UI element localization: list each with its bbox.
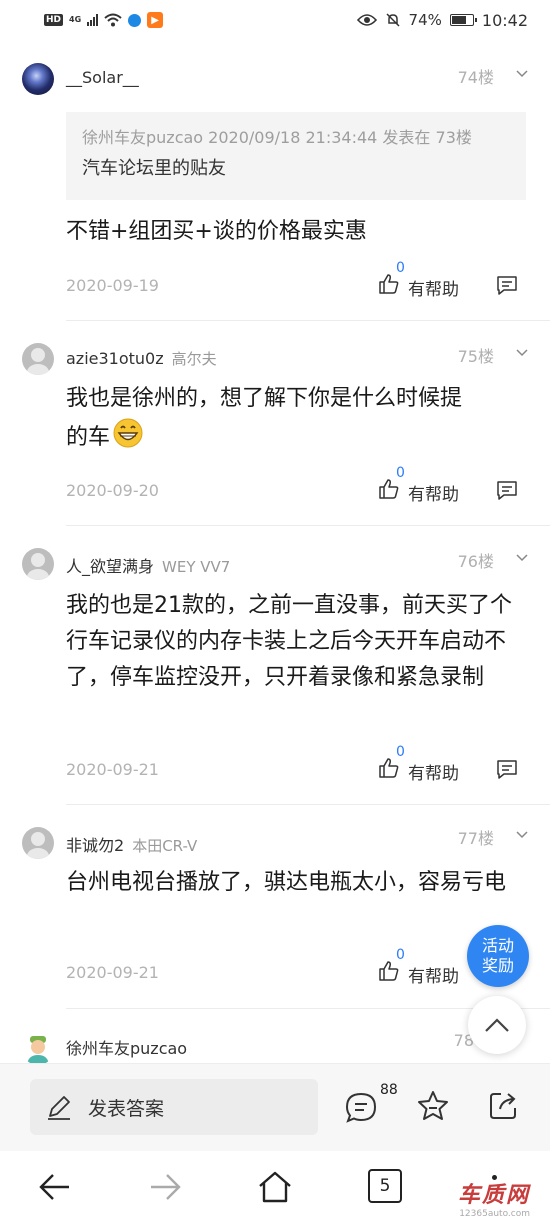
home-icon[interactable] [257,1169,293,1205]
reply-content: 我也是徐州的，想了解下你是什么时候提 的车 [66,381,516,456]
tab-count: 5 [379,1176,391,1196]
watermark-title: 车质网 [458,1183,531,1208]
status-bar: HD 4G ▶ 74% 10:42 [0,0,550,40]
username[interactable]: __Solar__ [66,68,139,87]
clock: 10:42 [481,10,528,30]
battery-icon [449,14,477,26]
reply-date: 2020-09-21 [66,963,159,982]
thumbs-up-icon[interactable] [378,757,400,779]
back-arrow-icon[interactable] [37,1169,73,1205]
forward-arrow-icon[interactable] [147,1169,183,1205]
helpful-button[interactable]: 有帮助 [408,759,459,784]
avatar[interactable] [22,63,54,95]
avatar[interactable] [22,1033,54,1063]
watermark: 车质网 12365auto.com [458,1177,530,1219]
comment-bubble-icon[interactable] [344,1091,378,1125]
avatar[interactable] [22,548,54,580]
thumbs-up-icon[interactable] [378,478,400,500]
helpful-button[interactable]: 有帮助 [408,962,459,987]
car-model-tag: 本田CR-V [132,837,198,855]
back-to-top-button[interactable] [468,996,526,1054]
thumbs-up-icon[interactable] [378,273,400,295]
helpful-button[interactable]: 有帮助 [408,275,459,300]
chevron-up-icon [485,1018,509,1032]
username[interactable]: 非诚勿2 本田CR-V [66,832,197,856]
pencil-icon [48,1096,70,1120]
floor-number: 77楼 [457,829,494,848]
network-type: 4G [69,15,82,24]
reply-content-line: 的车 [66,425,111,450]
post-answer-button[interactable]: 发表答案 [30,1079,318,1135]
app-notification-icon [128,13,142,27]
car-model-tag: 高尔夫 [171,350,217,368]
avatar[interactable] [22,827,54,859]
chevron-down-icon[interactable] [516,829,528,841]
username-text[interactable]: 非诚勿2 [66,836,124,855]
tabs-button[interactable]: 5 [368,1169,402,1203]
floor-number: 74楼 [457,68,494,87]
wifi-icon [104,13,122,27]
avatar[interactable] [22,343,54,375]
post-answer-label: 发表答案 [88,1097,165,1120]
reply-item: 非诚勿2 本田CR-V 77楼 台州电视台播放了，骐达电瓶太小，容易亏电 2020… [0,805,550,1009]
grin-emoji-icon [113,418,143,448]
username-text[interactable]: azie31otu0z [66,349,164,368]
comment-icon[interactable] [496,275,518,295]
chevron-down-icon[interactable] [516,68,528,80]
activity-reward-button[interactable]: 活动 奖励 [467,925,529,987]
share-icon[interactable] [486,1089,520,1123]
reply-content: 台州电视台播放了，骐达电瓶太小，容易亏电 [66,870,507,895]
username[interactable]: azie31otu0z 高尔夫 [66,348,217,369]
helpful-button[interactable]: 有帮助 [408,480,459,505]
reply-content: 我的也是21款的，之前一直没事，前天买了个行车记录仪的内存卡装上之后今天开车启动… [66,593,512,690]
username[interactable]: 人_欲望满身 WEY VV7 [66,553,230,577]
quoted-reply[interactable]: 徐州车友puzcao 2020/09/18 21:34:44 发表在 73楼 汽… [66,112,526,200]
thumbs-up-icon[interactable] [378,960,400,982]
reply-date: 2020-09-19 [66,276,159,295]
car-model-tag: WEY VV7 [162,558,231,576]
reply-content-line: 我也是徐州的，想了解下你是什么时候提 [66,386,463,411]
floor-number: 75楼 [457,347,494,366]
reply-item: 徐州车友puzcao 78 [0,1009,550,1063]
username[interactable]: 徐州车友puzcao [66,1035,187,1059]
username-text[interactable]: 人_欲望满身 [66,557,154,576]
eye-icon [356,14,377,26]
quote-text: 汽车论坛里的贴友 [82,158,226,179]
comment-count: 88 [380,1082,398,1098]
reply-item: __Solar__ 74楼 徐州车友puzcao 2020/09/18 21:3… [0,40,550,320]
reply-content: 不错+组团买+谈的价格最实惠 [66,219,367,244]
mute-bell-icon [386,13,400,27]
chevron-down-icon[interactable] [516,552,528,564]
battery-percent: 74% [408,11,442,29]
quote-meta: 徐州车友puzcao 2020/09/18 21:34:44 发表在 73楼 [82,128,472,147]
chevron-down-icon[interactable] [516,347,528,359]
signal-icon [87,14,99,26]
video-app-icon: ▶ [147,12,164,28]
activity-line: 奖励 [481,956,514,975]
reply-date: 2020-09-21 [66,760,159,779]
activity-line: 活动 [481,936,514,955]
floor-number: 76楼 [457,552,494,571]
hd-badge: HD [44,14,64,26]
watermark-url: 12365auto.com [459,1209,531,1219]
comment-icon[interactable] [496,759,518,779]
reply-item: azie31otu0z 高尔夫 75楼 我也是徐州的，想了解下你是什么时候提 的车… [0,321,550,525]
reply-item: 人_欲望满身 WEY VV7 76楼 我的也是21款的，之前一直没事，前天买了个行… [0,526,550,804]
comment-icon[interactable] [496,480,518,500]
bottom-action-bar: 发表答案 88 [0,1063,550,1151]
reply-date: 2020-09-20 [66,481,159,500]
star-icon[interactable] [416,1089,450,1123]
